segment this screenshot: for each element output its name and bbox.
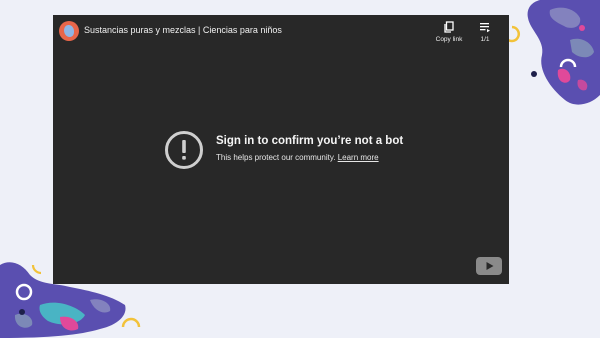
decor-arc-yellow-left xyxy=(31,264,42,275)
playlist-count: 1/1 xyxy=(480,36,490,43)
bot-check-message: Sign in to confirm you’re not a bot This… xyxy=(164,130,424,170)
notice-body: This helps protect our community. xyxy=(216,153,336,162)
copy-icon xyxy=(444,21,454,33)
alert-circle-icon xyxy=(165,131,203,169)
youtube-logo-icon[interactable] xyxy=(476,257,502,275)
playlist-icon xyxy=(480,23,490,33)
copy-link-label: Copy link xyxy=(435,36,463,43)
decor-arc-yellow-bottom xyxy=(121,317,141,328)
copy-link-button[interactable]: Copy link xyxy=(431,21,467,43)
playlist-button[interactable]: 1/1 xyxy=(473,21,497,43)
notice-title: Sign in to confirm you’re not a bot xyxy=(216,135,404,147)
decor-dot-navy-bottom xyxy=(19,309,25,315)
video-player[interactable]: Sustancias puras y mezclas | Ciencias pa… xyxy=(53,15,509,284)
player-top-bar: Sustancias puras y mezclas | Ciencias pa… xyxy=(53,15,509,49)
learn-more-link[interactable]: Learn more xyxy=(338,153,379,162)
decor-ring-white-bottom xyxy=(15,283,33,301)
decor-dot-navy-top xyxy=(531,71,537,77)
channel-avatar[interactable] xyxy=(59,21,79,41)
decor-arc-white xyxy=(559,58,577,68)
video-title[interactable]: Sustancias puras y mezclas | Ciencias pa… xyxy=(84,25,282,35)
notice-body-line: This helps protect our community. Learn … xyxy=(216,153,379,162)
